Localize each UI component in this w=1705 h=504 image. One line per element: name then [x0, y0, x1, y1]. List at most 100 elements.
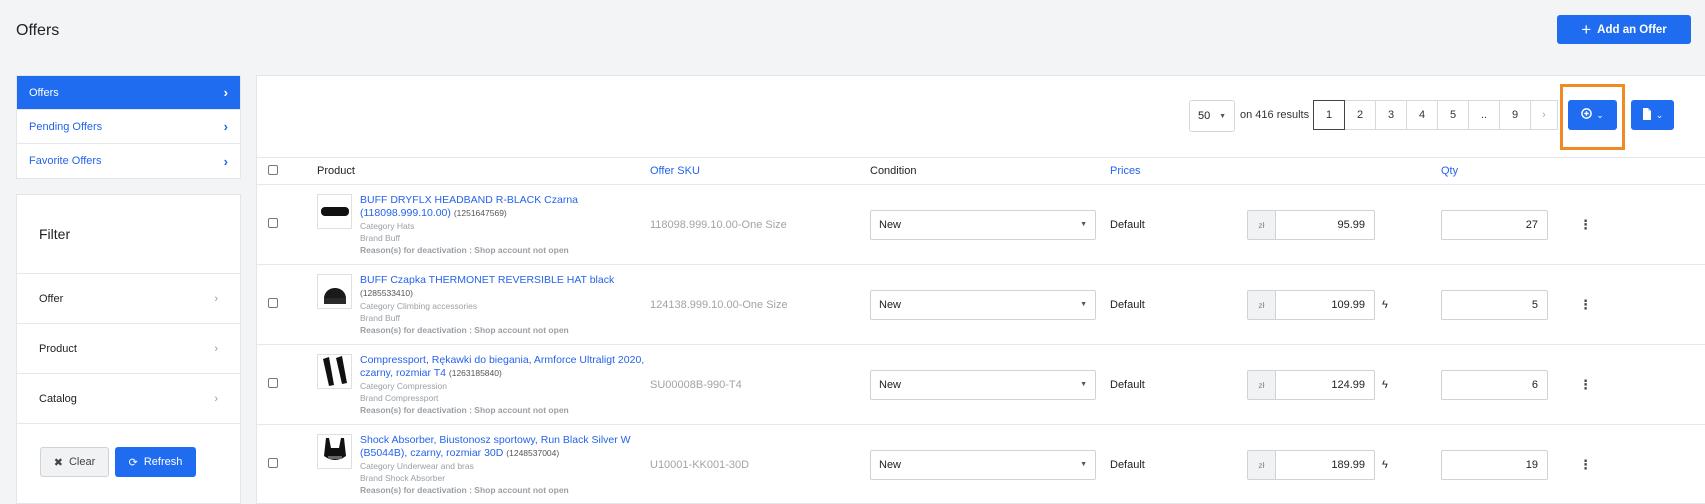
row-checkbox[interactable] [268, 298, 278, 308]
product-category: Category Compression [360, 380, 447, 391]
column-header-actions [1573, 157, 1705, 185]
chevron-right-icon: › [214, 292, 218, 305]
select-all-cell [257, 157, 297, 185]
condition-select[interactable]: New ▼ [870, 369, 1096, 400]
qty-input[interactable]: 5 [1441, 289, 1548, 320]
column-header-condition: Condition [870, 157, 1110, 185]
product-brand: Brand Shock Absorber [360, 472, 446, 483]
product-name[interactable]: Compressport, Rękawki do biegania, Armfo… [360, 354, 644, 379]
currency-addon: zł [1247, 449, 1275, 480]
currency-addon: zł [1247, 369, 1275, 400]
page-button[interactable]: 4 [1406, 100, 1438, 130]
qty-cell: 27 [1441, 184, 1573, 265]
price-input[interactable]: 124.99 [1275, 369, 1375, 400]
row-checkbox[interactable] [268, 378, 278, 388]
sku-cell: 118098.999.10.00-One Size [650, 184, 870, 265]
price-input[interactable]: 189.99 [1275, 449, 1375, 480]
row-select-cell [257, 264, 297, 345]
more-options-icon[interactable]: ⋮ [1579, 297, 1592, 312]
side-nav-label: Offers [29, 86, 59, 99]
product-name-link[interactable]: BUFF DRYFLX HEADBAND R-BLACK Czarna (118… [360, 194, 650, 220]
column-header-prices[interactable]: Prices [1110, 157, 1441, 185]
more-options-icon[interactable]: ⋮ [1579, 457, 1592, 472]
filter-row-product[interactable]: Product › [17, 324, 240, 374]
toolbar: 50 ▼ on 416 results 1 2 3 4 5 .. 9 › ⌄ ⌄ [257, 76, 1705, 157]
product-name[interactable]: Shock Absorber, Biustonosz sportowy, Run… [360, 434, 631, 459]
row-select-cell [257, 424, 297, 504]
table-row: Compressport, Rękawki do biegania, Armfo… [257, 344, 1705, 425]
add-offer-button[interactable]: + Add an Offer [1557, 15, 1691, 44]
page-button[interactable]: 5 [1437, 100, 1469, 130]
page-button[interactable]: 3 [1375, 100, 1407, 130]
lightning-icon: ϟ [1382, 378, 1388, 391]
lightning-icon: ϟ [1382, 458, 1388, 471]
product-name-link[interactable]: Compressport, Rękawki do biegania, Armfo… [360, 354, 650, 380]
next-page-button[interactable]: › [1530, 100, 1558, 130]
product-name-link[interactable]: BUFF Czapka THERMONET REVERSIBLE HAT bla… [360, 274, 650, 300]
actions-cell: ⋮ [1573, 424, 1705, 504]
offer-sku: U10001-KK001-30D [650, 458, 750, 471]
condition-select[interactable]: New ▼ [870, 289, 1096, 320]
column-header-sku[interactable]: Offer SKU [650, 157, 870, 185]
price-input[interactable]: 95.99 [1275, 209, 1375, 240]
select-all-checkbox[interactable] [268, 164, 278, 175]
refresh-label: Refresh [143, 456, 183, 468]
page-button[interactable]: 9 [1499, 100, 1531, 130]
table-row: BUFF DRYFLX HEADBAND R-BLACK Czarna (118… [257, 184, 1705, 265]
filter-actions: ✖ Clear ⟳ Refresh [17, 424, 240, 477]
qty-cell: 6 [1441, 344, 1573, 425]
condition-value: New [879, 378, 902, 391]
row-checkbox[interactable] [268, 218, 278, 228]
page-button[interactable]: 2 [1344, 100, 1376, 130]
chevron-right-icon: › [214, 342, 218, 355]
column-header-qty[interactable]: Qty [1441, 157, 1573, 185]
product-category: Category Underwear and bras [360, 460, 474, 471]
close-icon: ✖ [53, 456, 63, 469]
export-dropdown-button[interactable]: ⌄ [1631, 100, 1674, 130]
refresh-button[interactable]: ⟳ Refresh [115, 447, 196, 477]
deactivation-reason: Reason(s) for deactivation : Shop accoun… [360, 484, 569, 495]
side-nav-item-favorite-offers[interactable]: Favorite Offers › [17, 144, 240, 178]
chevron-right-icon: › [223, 153, 228, 169]
qty-input[interactable]: 27 [1441, 209, 1548, 240]
condition-cell: New ▼ [870, 344, 1110, 425]
pagination: 1 2 3 4 5 .. 9 › [1313, 100, 1558, 130]
page-button[interactable]: 1 [1313, 100, 1345, 130]
qty-cell: 19 [1441, 424, 1573, 504]
caret-down-icon: ▼ [1080, 301, 1087, 308]
actions-cell: ⋮ [1573, 264, 1705, 345]
filter-row-label: Offer [39, 292, 64, 305]
condition-cell: New ▼ [870, 264, 1110, 345]
filter-row-catalog[interactable]: Catalog › [17, 374, 240, 424]
per-page-select[interactable]: 50 ▼ [1189, 100, 1235, 132]
condition-value: New [879, 298, 902, 311]
price-input[interactable]: 109.99 [1275, 289, 1375, 320]
condition-select[interactable]: New ▼ [870, 209, 1096, 240]
offers-table: Product Offer SKU Condition Prices Qty B… [257, 157, 1705, 504]
product-name[interactable]: BUFF Czapka THERMONET REVERSIBLE HAT bla… [360, 274, 614, 286]
row-checkbox[interactable] [268, 458, 278, 468]
prices-cell: Default zł 109.99 ϟ [1110, 264, 1441, 345]
product-cell: BUFF DRYFLX HEADBAND R-BLACK Czarna (118… [297, 184, 650, 265]
side-nav-item-pending-offers[interactable]: Pending Offers › [17, 110, 240, 144]
offers-panel: 50 ▼ on 416 results 1 2 3 4 5 .. 9 › ⌄ ⌄ [256, 75, 1705, 504]
side-nav-item-offers[interactable]: Offers › [17, 76, 240, 110]
sku-cell: 124138.999.10.00-One Size [650, 264, 870, 345]
lightning-icon: ϟ [1382, 298, 1388, 311]
qty-input[interactable]: 19 [1441, 449, 1548, 480]
prices-cell: Default zł 124.99 ϟ [1110, 344, 1441, 425]
product-cell: Shock Absorber, Biustonosz sportowy, Run… [297, 424, 650, 504]
clear-button[interactable]: ✖ Clear [40, 447, 109, 477]
price-group: zł 95.99 [1247, 209, 1390, 240]
condition-select[interactable]: New ▼ [870, 449, 1096, 480]
filter-row-offer[interactable]: Offer › [17, 274, 240, 324]
more-options-icon[interactable]: ⋮ [1579, 377, 1592, 392]
product-category: Category Hats [360, 220, 415, 231]
caret-down-icon: ▼ [1080, 221, 1087, 228]
filter-row-label: Catalog [39, 392, 77, 405]
more-options-icon[interactable]: ⋮ [1579, 217, 1592, 232]
product-thumbnail [317, 433, 352, 469]
product-name-link[interactable]: Shock Absorber, Biustonosz sportowy, Run… [360, 434, 650, 460]
row-select-cell [257, 184, 297, 265]
qty-input[interactable]: 6 [1441, 369, 1548, 400]
